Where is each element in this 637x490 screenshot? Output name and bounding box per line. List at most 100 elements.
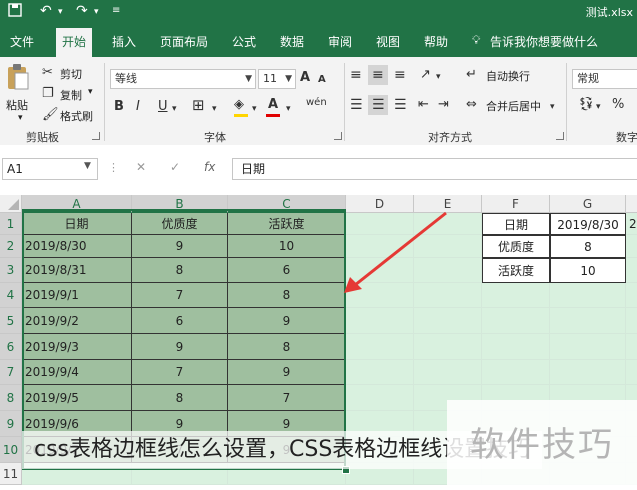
- grid-cell[interactable]: [550, 334, 626, 360]
- table-cell[interactable]: 8: [132, 258, 228, 283]
- column-header-g[interactable]: G: [550, 195, 626, 213]
- grid-cell[interactable]: [550, 283, 626, 308]
- side-table-cell[interactable]: 优质度: [482, 235, 550, 258]
- name-box-dropdown-icon[interactable]: ▼: [84, 161, 91, 171]
- table-cell[interactable]: 9: [132, 334, 228, 360]
- bold-button[interactable]: B: [114, 99, 124, 115]
- side-table-cell[interactable]: 2019/8/30: [550, 213, 626, 235]
- grid-cell[interactable]: [346, 334, 414, 360]
- row-header-10[interactable]: 10: [0, 437, 22, 463]
- table-cell[interactable]: 10: [228, 235, 346, 258]
- column-header-a[interactable]: A: [22, 195, 132, 213]
- side-table-cell[interactable]: 2: [626, 213, 637, 235]
- grid-cell[interactable]: [550, 360, 626, 385]
- clipboard-launcher-icon[interactable]: [92, 132, 100, 140]
- table-cell[interactable]: 2019/9/3: [22, 334, 132, 360]
- font-size-dropdown[interactable]: 11 ▼: [258, 69, 296, 89]
- percent-icon[interactable]: %: [612, 97, 624, 113]
- side-table-cell[interactable]: 8: [550, 235, 626, 258]
- border-icon[interactable]: ⊞: [192, 97, 205, 113]
- column-header-b[interactable]: B: [132, 195, 228, 213]
- table-cell[interactable]: 9: [228, 360, 346, 385]
- underline-button[interactable]: U: [158, 99, 168, 115]
- table-header-cell[interactable]: 优质度: [132, 213, 228, 235]
- table-cell[interactable]: 2019/9/1: [22, 283, 132, 308]
- insert-function-icon[interactable]: fx: [204, 160, 215, 174]
- undo-icon[interactable]: ↶: [40, 3, 52, 19]
- font-color-icon[interactable]: A: [268, 97, 278, 113]
- tab-file[interactable]: 文件: [10, 33, 34, 50]
- side-table-cell[interactable]: 活跃度: [482, 258, 550, 283]
- copy-button[interactable]: 复制: [60, 87, 82, 103]
- enter-icon[interactable]: ✓: [170, 160, 180, 174]
- tab-data[interactable]: 数据: [280, 33, 304, 50]
- undo-dropdown-icon[interactable]: ▾: [58, 7, 63, 17]
- wrap-text-icon[interactable]: ↵: [466, 67, 477, 83]
- phonetic-icon[interactable]: wén: [306, 95, 327, 111]
- underline-dropdown-icon[interactable]: ▾: [172, 101, 177, 117]
- row-header-11[interactable]: 11: [0, 463, 22, 485]
- align-right-icon[interactable]: ☰: [394, 97, 407, 113]
- grid-cell[interactable]: [626, 283, 637, 308]
- italic-button[interactable]: I: [136, 99, 140, 115]
- redo-dropdown-icon[interactable]: ▾: [94, 7, 99, 17]
- merge-center-icon[interactable]: ⇔: [466, 97, 477, 113]
- table-cell[interactable]: 9: [228, 308, 346, 334]
- row-header-4[interactable]: 4: [0, 283, 22, 308]
- grid-cell[interactable]: [550, 308, 626, 334]
- fill-color-icon[interactable]: ◈: [234, 97, 244, 113]
- table-header-cell[interactable]: 日期: [22, 213, 132, 235]
- grid-cell[interactable]: [346, 385, 414, 411]
- alignment-launcher-icon[interactable]: [556, 132, 564, 140]
- align-bottom-icon[interactable]: ≡: [394, 67, 406, 83]
- font-name-dropdown[interactable]: 等线 ▼: [110, 69, 256, 89]
- shrink-font-icon[interactable]: A: [318, 72, 326, 88]
- tab-formulas[interactable]: 公式: [232, 33, 256, 50]
- table-cell[interactable]: 2019/9/4: [22, 360, 132, 385]
- redo-icon[interactable]: ↷: [76, 3, 88, 19]
- table-cell[interactable]: 9: [132, 235, 228, 258]
- increase-indent-icon[interactable]: ⇥: [438, 97, 449, 113]
- orientation-dropdown-icon[interactable]: ▾: [436, 69, 441, 85]
- grid-cell[interactable]: [346, 360, 414, 385]
- tab-help[interactable]: 帮助: [424, 33, 448, 50]
- grid-cell[interactable]: [414, 308, 482, 334]
- select-all-corner[interactable]: [0, 195, 22, 213]
- customize-qat-icon[interactable]: ≡: [112, 5, 120, 16]
- row-header-6[interactable]: 6: [0, 334, 22, 360]
- tell-me-search[interactable]: 告诉我你想要做什么: [490, 33, 598, 50]
- align-center-icon[interactable]: ☰: [372, 97, 385, 113]
- table-cell[interactable]: 7: [132, 360, 228, 385]
- side-table-cell[interactable]: 10: [550, 258, 626, 283]
- orientation-icon[interactable]: ↗: [420, 67, 431, 83]
- table-cell[interactable]: 8: [228, 283, 346, 308]
- format-painter-button[interactable]: 格式刷: [60, 108, 93, 124]
- decrease-indent-icon[interactable]: ⇤: [418, 97, 429, 113]
- column-header-f[interactable]: F: [482, 195, 550, 213]
- grid-cell[interactable]: [482, 334, 550, 360]
- row-header-7[interactable]: 7: [0, 360, 22, 385]
- table-cell[interactable]: 2019/8/31: [22, 258, 132, 283]
- worksheet-grid[interactable]: ABCDEFGH 1234567891011 日期优质度活跃度2019/8/30…: [0, 195, 637, 490]
- tab-view[interactable]: 视图: [376, 33, 400, 50]
- number-format-dropdown[interactable]: 常规: [572, 69, 637, 89]
- grid-cell[interactable]: [482, 283, 550, 308]
- table-cell[interactable]: 8: [132, 385, 228, 411]
- copy-icon[interactable]: ❐: [42, 86, 54, 102]
- side-table-cell[interactable]: 日期: [482, 213, 550, 235]
- merge-center-button[interactable]: 合并后居中: [486, 98, 541, 114]
- align-top-icon[interactable]: ≡: [350, 67, 362, 83]
- paste-dropdown-icon[interactable]: ▾: [18, 113, 23, 123]
- row-header-2[interactable]: 2: [0, 235, 22, 258]
- border-dropdown-icon[interactable]: ▾: [212, 101, 217, 117]
- paste-button[interactable]: 粘贴: [6, 97, 28, 113]
- currency-icon[interactable]: 💱︎: [578, 97, 595, 113]
- table-cell[interactable]: 2019/9/5: [22, 385, 132, 411]
- table-cell[interactable]: 6: [228, 258, 346, 283]
- copy-dropdown-icon[interactable]: ▾: [88, 87, 93, 97]
- grid-cell[interactable]: [482, 308, 550, 334]
- table-header-cell[interactable]: 活跃度: [228, 213, 346, 235]
- tab-review[interactable]: 审阅: [328, 33, 352, 50]
- table-cell[interactable]: 7: [228, 385, 346, 411]
- fill-color-dropdown-icon[interactable]: ▾: [252, 101, 257, 117]
